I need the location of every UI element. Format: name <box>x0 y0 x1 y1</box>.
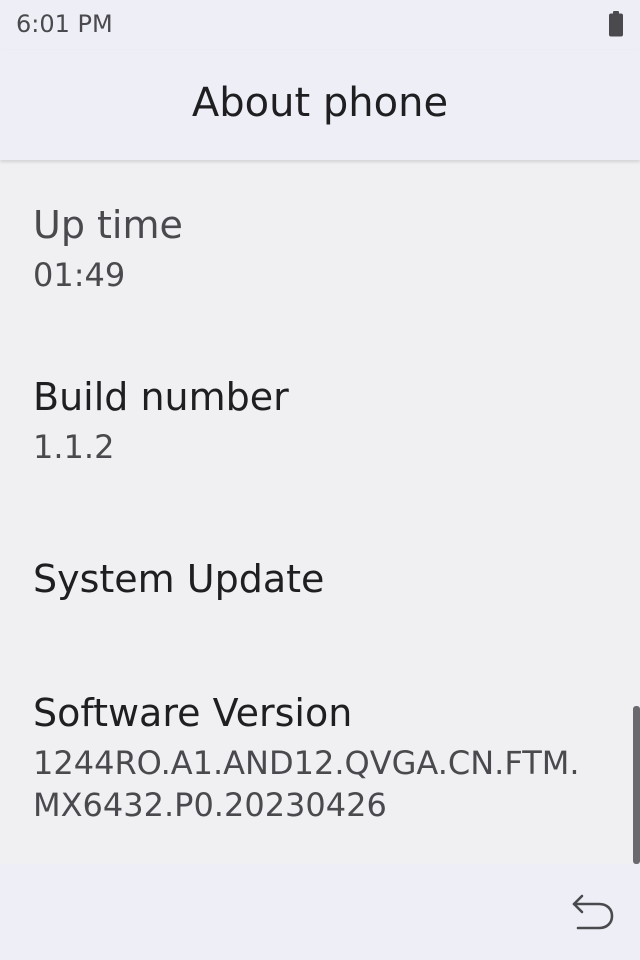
item-value-line: MX6432.P0.20230426 <box>33 786 387 824</box>
item-value: 1.1.2 <box>33 428 115 466</box>
app-bar: About phone <box>0 50 640 160</box>
phone-screen: 6:01 PM About phone Up time 01:49 Build … <box>0 0 640 960</box>
list-item-software-version: Software Version 1244RO.A1.AND12.QVGA.CN… <box>33 690 610 826</box>
item-title: Up time <box>33 203 183 247</box>
settings-list[interactable]: Up time 01:49 Build number 1.1.2 System … <box>0 160 640 864</box>
item-value-line: 1244RO.A1.AND12.QVGA.CN.FTM. <box>33 744 580 782</box>
item-title: Build number <box>33 375 289 419</box>
back-arrow-icon[interactable] <box>568 888 616 936</box>
status-time: 6:01 PM <box>16 10 113 38</box>
battery-full-icon <box>609 11 623 37</box>
item-title: Software Version <box>33 691 353 735</box>
page-title: About phone <box>191 80 449 126</box>
list-item-up-time: Up time 01:49 <box>33 202 610 296</box>
item-value: 1244RO.A1.AND12.QVGA.CN.FTM. MX6432.P0.2… <box>33 742 610 826</box>
list-item-system-update[interactable]: System Update <box>33 556 610 602</box>
list-item-build-number[interactable]: Build number 1.1.2 <box>33 374 610 468</box>
navigation-bar <box>0 864 640 960</box>
scrollbar[interactable] <box>633 706 640 864</box>
item-value: 01:49 <box>33 256 126 294</box>
item-title: System Update <box>33 557 325 601</box>
status-bar: 6:01 PM <box>0 0 640 50</box>
